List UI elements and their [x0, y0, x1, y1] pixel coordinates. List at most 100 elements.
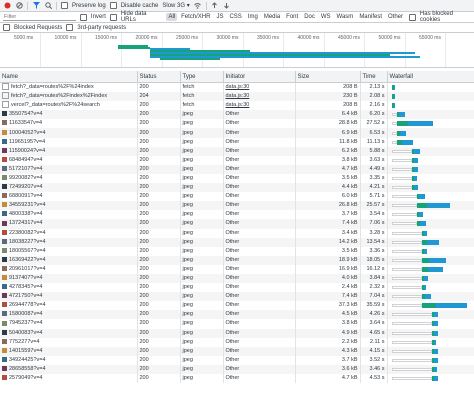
table-row[interactable]: 5172107?v=4 200 jpeg Other 4.7 kB 4.49 s [0, 164, 474, 174]
cell-initiator: Other [223, 364, 296, 374]
table-row[interactable]: 11633547v=4 200 jpeg Other 28.8 kB 27.52 s [0, 119, 474, 129]
column-header-name[interactable]: Name [0, 71, 138, 83]
table-row[interactable]: 4721750?v=4 200 jpeg Other 7.4 kB 7.04 s [0, 292, 474, 302]
table-row[interactable]: 28658558?v=4 200 jpeg Other 3.6 kB 3.46 s [0, 364, 474, 374]
table-row[interactable]: 6880091?v=4 200 jpeg Other 6.0 kB 5.71 s [0, 192, 474, 202]
column-header-initiator[interactable]: Initiator [223, 71, 296, 83]
preserve-log-checkbox[interactable] [61, 2, 68, 9]
throttle-select[interactable]: Slow 3G ▾ [162, 2, 189, 9]
cell-initiator-text: Other [225, 193, 240, 200]
table-row[interactable]: vercel?_data=routes%2F%24search 200 fetch d… [0, 101, 474, 111]
table-row[interactable]: 15800087v=4 200 jpeg Other 4.5 kB 4.26 s [0, 310, 474, 320]
table-row[interactable]: 9920082?v=4 200 jpeg Other 3.5 kB 3.35 s [0, 173, 474, 184]
table-row[interactable]: 34924425?v=4 200 jpeg Other 3.7 kB 3.52 s [0, 355, 474, 365]
cell-name-text: 5040083?v=4 [9, 329, 43, 336]
column-header-status[interactable]: Status [137, 71, 181, 83]
image-thumbnail-icon [2, 220, 7, 226]
table-row[interactable]: 7945237?v=4 200 jpeg Other 3.8 kB 3.64 s [0, 319, 474, 329]
type-filter-font[interactable]: Font [284, 13, 300, 21]
cell-name-text: 20961017?v=4 [9, 265, 46, 272]
table-row[interactable]: fetch?_data=routes%2F%24index 200 fetch dat… [0, 82, 474, 93]
table-row[interactable]: 26944778?v=4 200 jpeg Other 37.3 kB 35.59 s [0, 301, 474, 311]
cell-name: 13724317v=4 [0, 219, 138, 229]
table-row[interactable]: 72499207v=4 200 jpeg Other 4.4 kB 4.21 s [0, 183, 474, 193]
table-row[interactable]: 20961017?v=4 200 jpeg Other 16.9 kB 16.12 s [0, 264, 474, 274]
cell-initiator[interactable]: data.js:30 [223, 92, 296, 102]
type-filter-js[interactable]: JS [214, 13, 225, 21]
cell-name: 72499207v=4 [0, 183, 138, 193]
table-row[interactable]: 7752277v=4 200 jpeg Other 2.2 kB 2.11 s [0, 337, 474, 347]
cell-initiator: Other [223, 164, 296, 174]
table-row[interactable]: 16369422?v=4 200 jpeg Other 18.9 kB 18.05 s [0, 255, 474, 265]
cell-name-text: 4800338?v=4 [9, 211, 43, 218]
table-row[interactable]: 6848494?v=4 200 jpeg Other 3.8 kB 3.63 s [0, 155, 474, 165]
filter-input[interactable] [3, 13, 76, 21]
overview-gridline [40, 33, 41, 67]
type-filter-fetchxhr[interactable]: Fetch/XHR [179, 13, 212, 21]
clear-icon[interactable] [15, 2, 23, 10]
table-row[interactable]: 18038227?v=4 200 jpeg Other 14.2 kB 13.54 s [0, 237, 474, 247]
filter-icon[interactable] [32, 2, 40, 10]
overview-timeline[interactable]: 5000 ms 10000 ms 15000 ms 20000 ms 25000 ms 3… [0, 33, 474, 68]
type-filter-ws[interactable]: WS [319, 13, 333, 21]
table-row[interactable]: 22380082?v=4 200 jpeg Other 3.4 kB 3.28 s [0, 228, 474, 238]
cell-initiator-text: Other [225, 284, 240, 291]
table-row[interactable]: 9137407?v=4 200 jpeg Other 4.0 kB 3.84 s [0, 273, 474, 284]
table-row[interactable]: 4278345?v=4 200 jpeg Other 2.4 kB 2.32 s [0, 283, 474, 293]
cell-initiator[interactable]: data.js:30 [223, 101, 296, 111]
type-filter-css[interactable]: CSS [227, 13, 243, 21]
cell-status: 200 [137, 210, 181, 220]
overview-gridline [364, 33, 365, 67]
type-filter-doc[interactable]: Doc [302, 13, 317, 21]
cell-size: 4.4 kB [295, 183, 361, 193]
import-icon[interactable] [211, 2, 219, 10]
column-header-type[interactable]: Type [180, 71, 224, 83]
cell-initiator[interactable]: data.js:30 [223, 82, 296, 93]
record-icon[interactable] [3, 2, 11, 10]
hide-data-urls-checkbox[interactable] [109, 13, 117, 21]
type-filter-media[interactable]: Media [262, 13, 282, 21]
cell-initiator-text: Other [225, 275, 240, 282]
table-row[interactable]: 4800338?v=4 200 jpeg Other 3.7 kB 3.54 s [0, 210, 474, 220]
table-row[interactable]: 10004052?v=4 200 jpeg Other 6.9 kB 6.53 s [0, 128, 474, 138]
table-row[interactable]: 13724317v=4 200 jpeg Other 7.4 kB 7.06 s [0, 219, 474, 229]
table-row[interactable]: 11590024?v=4 200 jpeg Other 6.2 kB 5.88 s [0, 146, 474, 156]
disable-cache-checkbox[interactable] [109, 2, 117, 9]
table-row[interactable]: 34559231?v=4 200 jpeg Other 26.8 kB 25.57 s [0, 201, 474, 211]
waterfall-bar [390, 329, 472, 338]
cell-type-text: jpeg [182, 111, 193, 118]
cell-initiator-text: Other [225, 138, 240, 145]
table-row[interactable]: 14015597v=4 200 jpeg Other 4.3 kB 4.15 s [0, 346, 474, 356]
image-thumbnail-icon [2, 138, 7, 144]
cell-type: jpeg [180, 228, 224, 238]
type-filter-all[interactable]: All [166, 13, 178, 21]
table-row[interactable]: 11965195?v=4 200 jpeg Other 11.8 kB 11.13 s [0, 137, 474, 147]
table-row[interactable]: 2579049?v=4 200 jpeg Other 4.7 kB 4.53 s [0, 374, 474, 384]
type-filter-manifest[interactable]: Manifest [357, 13, 384, 21]
search-icon[interactable] [44, 2, 52, 10]
invert-checkbox[interactable] [80, 13, 87, 21]
type-filter-wasm[interactable]: Wasm [335, 13, 356, 21]
cell-initiator-text: Other [225, 365, 240, 372]
table-row[interactable]: 18005567?v=4 200 jpeg Other 3.5 kB 3.36 s [0, 246, 474, 256]
column-header-size[interactable]: Size [295, 71, 361, 83]
column-header-waterfall[interactable]: Waterfall [387, 71, 474, 83]
cell-size-text: 4.7 kB [341, 165, 358, 172]
wifi-icon[interactable] [194, 2, 202, 10]
column-header-time[interactable]: Time [360, 71, 388, 83]
table-row[interactable]: fetch?_data=routes%2Findex%2Findex 204 fet… [0, 92, 474, 102]
cell-type: jpeg [180, 155, 224, 165]
export-icon[interactable] [223, 2, 231, 10]
download-segment [424, 294, 431, 300]
cell-initiator-text: Other [225, 165, 240, 172]
table-row[interactable]: 3550754?v=4 200 jpeg Other 6.4 kB 6.20 s [0, 110, 474, 120]
waterfall-bar [390, 238, 472, 247]
has-blocked-cookies-checkbox[interactable] [409, 13, 416, 21]
third-party-checkbox[interactable] [66, 24, 74, 31]
download-segment [433, 366, 437, 372]
type-filter-img[interactable]: Img [246, 13, 260, 21]
table-row[interactable]: 5040083?v=4 200 jpeg Other 4.9 kB 4.65 s [0, 328, 474, 338]
type-filter-other[interactable]: Other [386, 13, 405, 21]
blocked-requests-checkbox[interactable] [3, 24, 10, 31]
download-segment [413, 148, 420, 154]
